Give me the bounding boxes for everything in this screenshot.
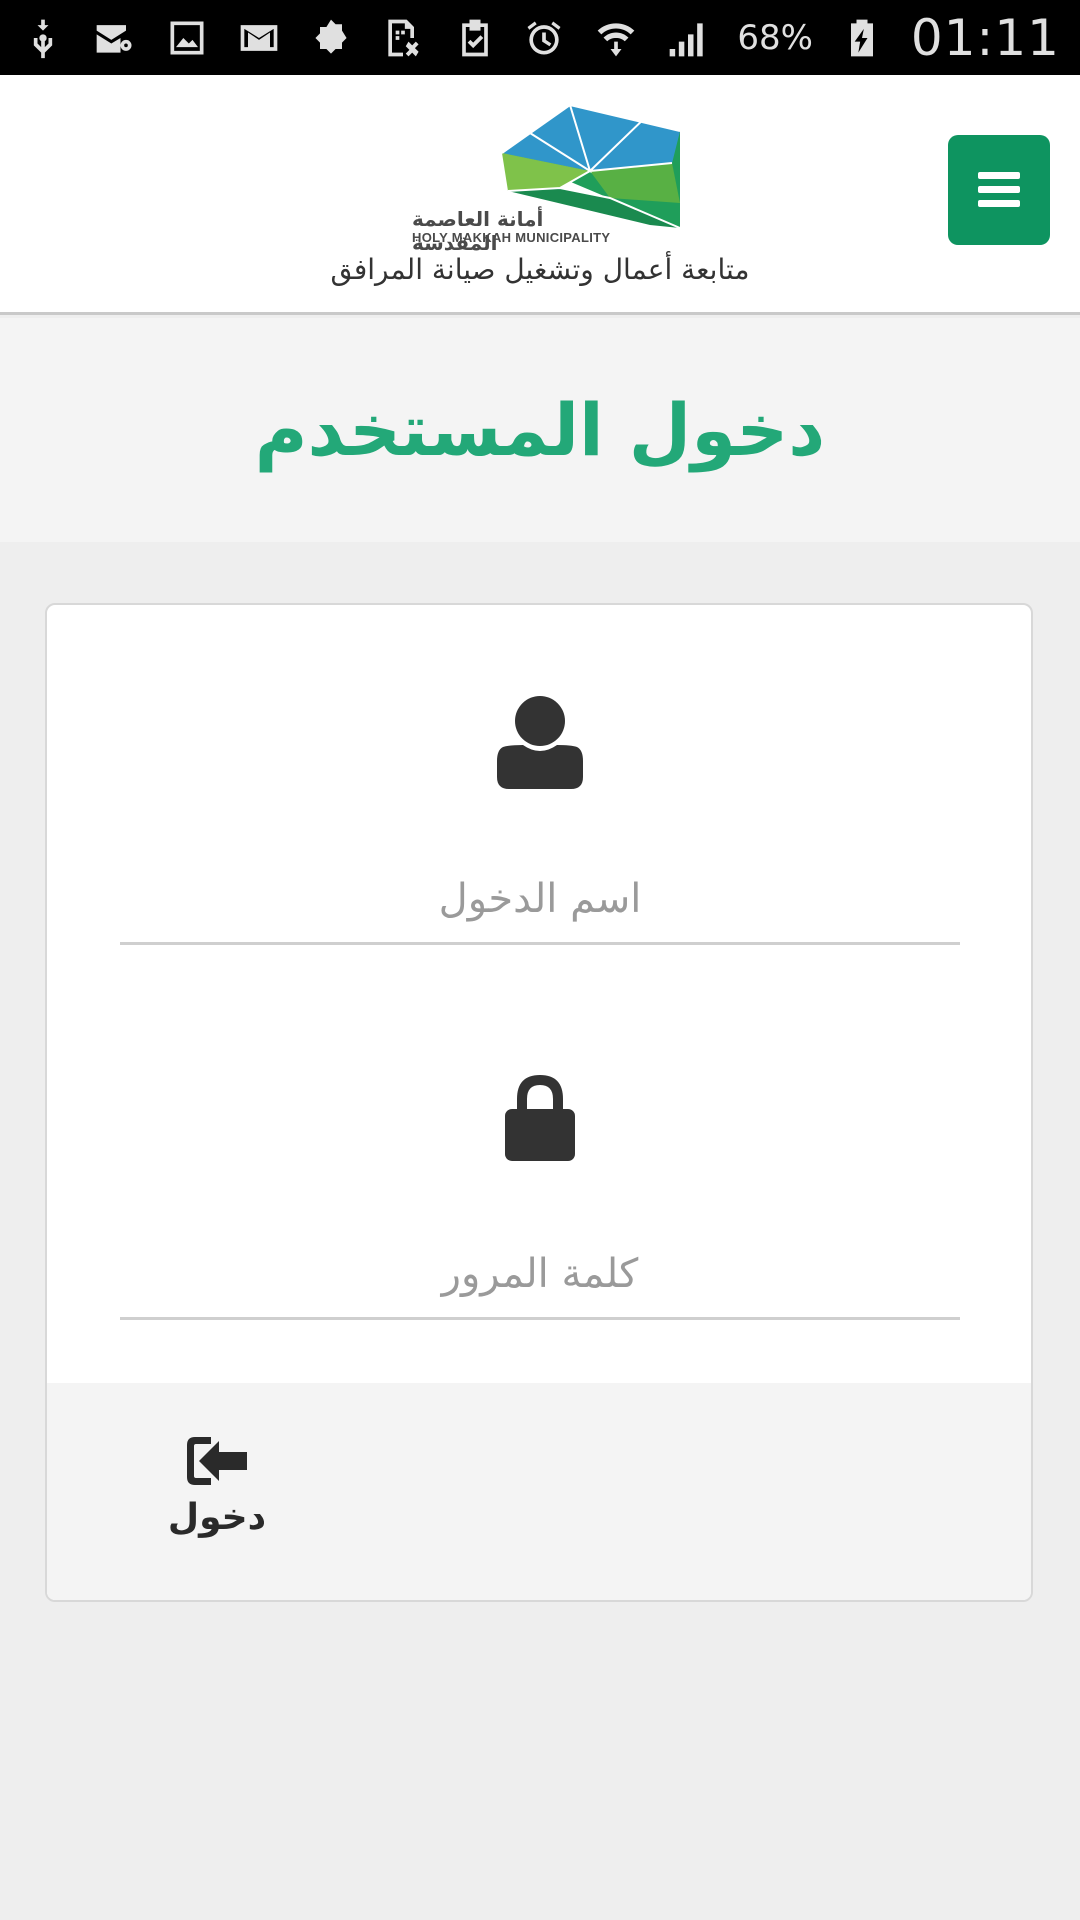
user-icon (497, 696, 583, 789)
badge-icon (308, 15, 354, 61)
alarm-icon (521, 15, 567, 61)
clock-time: 01:11 (910, 8, 1060, 67)
signal-icon (665, 15, 711, 61)
sim-x-icon (380, 15, 426, 61)
title-band: دخول المستخدم (0, 318, 1080, 542)
logo-english-text: HOLY MAKKAH MUNICIPALITY (412, 230, 611, 245)
card-footer: دخول (47, 1383, 1031, 1600)
clipboard-check-icon (452, 15, 498, 61)
header-subtitle: متابعة أعمال وتشغيل صيانة المرافق (330, 253, 750, 286)
usb-icon (20, 15, 66, 61)
image-icon (164, 15, 210, 61)
gmail-icon (236, 15, 282, 61)
menu-button[interactable] (948, 135, 1050, 245)
battery-charging-icon (839, 15, 885, 61)
login-card: دخول (45, 603, 1033, 1602)
wifi-icon (593, 15, 639, 61)
username-input[interactable] (120, 855, 960, 945)
password-input[interactable] (120, 1230, 960, 1320)
status-bar-left (20, 15, 498, 61)
login-button[interactable]: دخول (147, 1433, 287, 1563)
lock-icon (505, 1075, 575, 1161)
hamburger-icon (978, 172, 1020, 207)
battery-percent: 68% (737, 17, 813, 58)
page-title: دخول المستخدم (254, 388, 826, 472)
app-header: أمانة العاصمة المقدسة HOLY MAKKAH MUNICI… (0, 75, 1080, 315)
status-bar-right: 68% 01:11 (521, 9, 1060, 67)
sign-in-icon (187, 1437, 247, 1485)
status-bar: 68% 01:11 (0, 0, 1080, 75)
mail-at-icon (92, 15, 138, 61)
login-label: دخول (167, 1497, 267, 1538)
